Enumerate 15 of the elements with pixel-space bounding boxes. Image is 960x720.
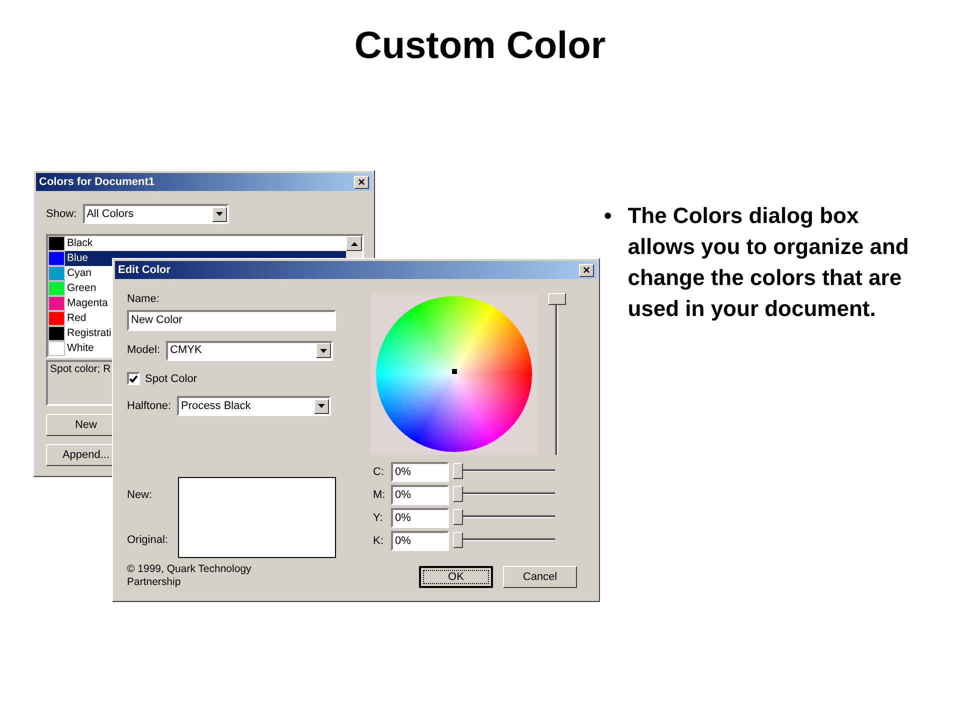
model-label: Model: [127,343,160,358]
name-label: Name: [127,292,160,307]
bullet-marker: • [604,202,612,230]
channel-label: C: [372,464,385,480]
window-title: Colors for Document1 [39,176,155,188]
bullet-text: The Colors dialog box allows you to organize and change the colors that are used in your document. [628,202,910,323]
channel-label: M: [372,488,386,503]
copyright-text: © 1999, Quark Technology Partnership [127,563,252,589]
spot-color-label: Spot Color [145,372,197,386]
original-label: Original: [127,532,169,548]
channel-label: K: [372,534,384,549]
new-label: New: [127,488,154,503]
window-title: Edit Color [118,264,171,276]
show-label: Show: [46,206,77,222]
channel-label: Y: [372,510,384,526]
